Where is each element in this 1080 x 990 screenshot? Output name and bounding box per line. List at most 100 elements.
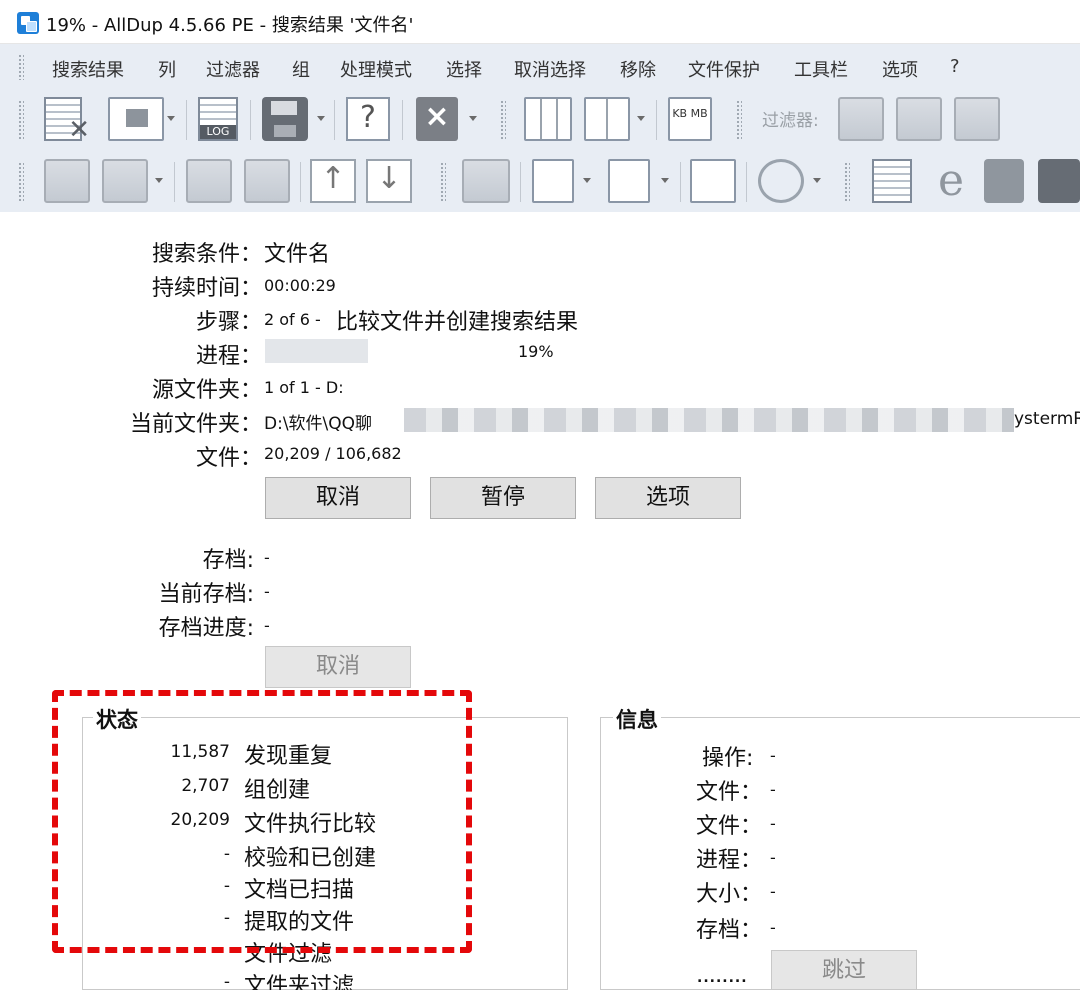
toolbar-row-1: ✕ LOG ? × KB MB 过滤器: bbox=[0, 88, 1080, 150]
menu-groups[interactable]: 组 bbox=[292, 56, 310, 82]
delete-files-icon[interactable]: ✕ bbox=[44, 97, 90, 143]
files-label: 文件： bbox=[195, 446, 262, 471]
media-icon[interactable] bbox=[984, 159, 1024, 203]
current-folder-label: 当前文件夹： bbox=[129, 412, 262, 437]
folder-forward-dropdown-arrow[interactable] bbox=[154, 176, 164, 186]
filter-check-icon[interactable] bbox=[896, 97, 942, 141]
undo-dropdown-arrow[interactable] bbox=[812, 176, 822, 186]
filter-partial-icon[interactable] bbox=[954, 97, 1000, 141]
folder-settings-icon[interactable] bbox=[462, 159, 510, 203]
log-icon-text: LOG bbox=[200, 125, 236, 139]
folder-forward-icon[interactable] bbox=[102, 159, 148, 203]
pause-button[interactable]: 暂停 bbox=[430, 477, 576, 519]
files-value: 20,209 / 106,682 bbox=[264, 444, 402, 463]
info-file2-label: 文件： bbox=[696, 814, 763, 839]
column-width-dropdown-arrow[interactable] bbox=[636, 114, 646, 124]
status-count-folder-filter: - bbox=[223, 972, 230, 990]
save-dropdown-arrow[interactable] bbox=[316, 114, 326, 124]
info-file-value: - bbox=[770, 780, 776, 799]
menu-options[interactable]: 选项 bbox=[882, 56, 918, 82]
text-view-icon[interactable] bbox=[872, 159, 912, 203]
info-operation-label: 操作: bbox=[702, 746, 754, 771]
source-folder-label: 源文件夹： bbox=[151, 378, 262, 403]
archive-progress-value: - bbox=[264, 616, 270, 635]
menu-search-results[interactable]: 搜索结果 bbox=[52, 56, 124, 82]
info-operation-value: - bbox=[770, 746, 776, 765]
deselect-file-icon[interactable] bbox=[608, 159, 650, 203]
filter-folder-icon[interactable] bbox=[838, 97, 884, 141]
toggle-select-icon[interactable] bbox=[690, 159, 736, 203]
info-size-label: 大小： bbox=[696, 882, 763, 907]
menu-bar: 搜索结果 列 过滤器 组 处理模式 选择 取消选择 移除 文件保护 工具栏 选项… bbox=[0, 44, 1080, 88]
select-file-icon[interactable] bbox=[532, 159, 574, 203]
info-title: 信息 bbox=[613, 704, 661, 734]
menu-columns[interactable]: 列 bbox=[158, 56, 176, 82]
info-archive-label: 存档： bbox=[696, 918, 763, 943]
status-text-scanned: 文档已扫描 bbox=[244, 878, 355, 903]
menu-deselect[interactable]: 取消选择 bbox=[514, 56, 586, 82]
menu-process-mode[interactable]: 处理模式 bbox=[340, 56, 412, 82]
undo-icon[interactable] bbox=[758, 159, 804, 203]
move-down-icon[interactable]: ↓ bbox=[366, 159, 412, 203]
size-units-icon[interactable]: KB MB bbox=[668, 97, 712, 141]
folder-back-icon[interactable] bbox=[44, 159, 90, 203]
image-icon[interactable] bbox=[1038, 159, 1080, 203]
status-text-groups: 组创建 bbox=[244, 778, 311, 803]
step-label: 步骤： bbox=[195, 310, 262, 335]
menu-grip[interactable] bbox=[18, 54, 24, 80]
status-text-checksums: 校验和已创建 bbox=[244, 846, 377, 871]
status-text-extracted: 提取的文件 bbox=[244, 910, 355, 935]
status-count-extracted: - bbox=[223, 908, 230, 928]
columns-icon[interactable] bbox=[524, 97, 572, 141]
internet-explorer-icon[interactable]: e bbox=[926, 159, 976, 203]
toolbar-grip[interactable] bbox=[18, 100, 24, 140]
toolbar-row-2: ↑ ↓ e bbox=[0, 150, 1080, 212]
progress-percent: 19% bbox=[518, 342, 554, 361]
status-count-checksums: - bbox=[223, 844, 230, 864]
select-file-dropdown-arrow[interactable] bbox=[582, 176, 592, 186]
step-value: 2 of 6 - bbox=[264, 310, 321, 329]
view-icon[interactable] bbox=[108, 97, 164, 141]
help-icon[interactable]: ? bbox=[346, 97, 390, 141]
folder-down-icon[interactable] bbox=[244, 159, 290, 203]
info-archive-value: - bbox=[770, 918, 776, 937]
move-up-icon[interactable]: ↑ bbox=[310, 159, 356, 203]
status-text-compared: 文件执行比较 bbox=[244, 812, 377, 837]
duration-label: 持续时间： bbox=[151, 276, 262, 301]
view-dropdown-arrow[interactable] bbox=[166, 114, 176, 124]
menu-help[interactable]: ? bbox=[950, 56, 960, 77]
progress-label: 进程： bbox=[195, 344, 262, 369]
menu-toolbars[interactable]: 工具栏 bbox=[794, 56, 848, 82]
menu-filters[interactable]: 过滤器 bbox=[206, 56, 260, 82]
source-folder-value: 1 of 1 - D: bbox=[264, 378, 344, 397]
archive-value: - bbox=[264, 548, 270, 567]
archive-progress-label: 存档进度: bbox=[158, 616, 254, 641]
app-icon bbox=[17, 12, 39, 34]
close-icon[interactable]: × bbox=[416, 97, 458, 141]
column-width-icon[interactable] bbox=[584, 97, 630, 141]
skip-button[interactable]: 跳过 bbox=[771, 950, 917, 990]
status-text-folder-filter: 文件夹过滤 bbox=[244, 974, 355, 990]
info-progress-label: 进程： bbox=[696, 848, 763, 873]
deselect-file-dropdown-arrow[interactable] bbox=[660, 176, 670, 186]
menu-select[interactable]: 选择 bbox=[446, 56, 482, 82]
folder-up-icon[interactable] bbox=[186, 159, 232, 203]
close-dropdown-arrow[interactable] bbox=[468, 114, 478, 124]
info-ellipsis: ........ bbox=[697, 970, 748, 986]
status-title: 状态 bbox=[93, 704, 141, 734]
title-bar: 19% - AllDup 4.5.66 PE - 搜索结果 '文件名' bbox=[0, 0, 1080, 44]
options-button[interactable]: 选项 bbox=[595, 477, 741, 519]
menu-file-protection[interactable]: 文件保护 bbox=[688, 56, 760, 82]
duration-value: 00:00:29 bbox=[264, 276, 336, 295]
status-text-file-filter: 文件过滤 bbox=[244, 942, 333, 967]
current-folder-tail: ystermR bbox=[1014, 409, 1080, 429]
menu-remove[interactable]: 移除 bbox=[620, 56, 656, 82]
window-title: 19% - AllDup 4.5.66 PE - 搜索结果 '文件名' bbox=[46, 15, 414, 36]
save-icon[interactable] bbox=[262, 97, 308, 141]
status-count-duplicates: 11,587 bbox=[170, 742, 230, 762]
log-icon[interactable]: LOG bbox=[198, 97, 238, 141]
cancel-button[interactable]: 取消 bbox=[265, 477, 411, 519]
info-file2-value: - bbox=[770, 814, 776, 833]
archive-cancel-button[interactable]: 取消 bbox=[265, 646, 411, 688]
search-progress-panel: 搜索条件： 文件名 持续时间： 00:00:29 步骤： 2 of 6 - 比较… bbox=[0, 212, 1080, 990]
